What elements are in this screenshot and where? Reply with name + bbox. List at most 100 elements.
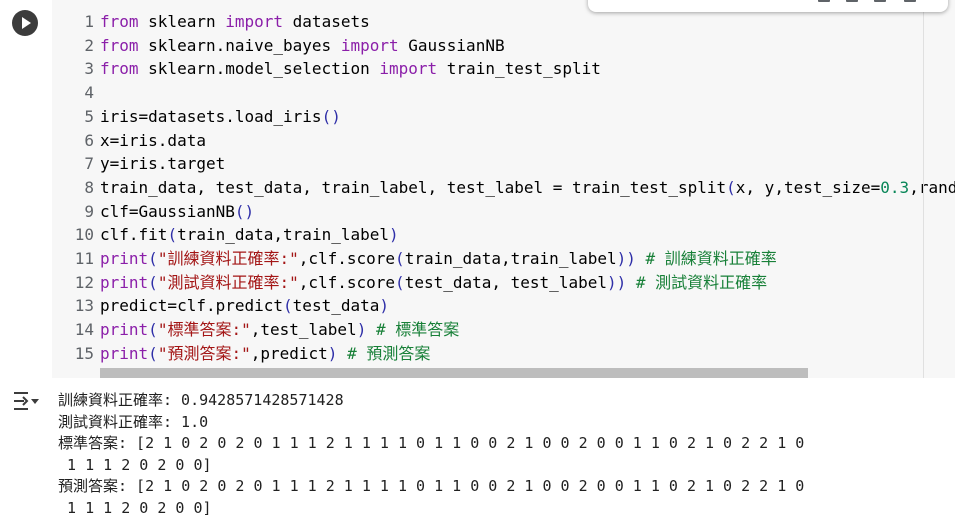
line-number: 6 xyxy=(84,130,94,150)
output-line: 測試資料正確率: 1.0 xyxy=(58,412,209,431)
line-number: 1 xyxy=(84,12,94,31)
line-number: 11 xyxy=(74,249,94,268)
code-token: import xyxy=(379,59,438,79)
toolbar-mirror-icon[interactable] xyxy=(904,0,916,2)
code-token: datasets xyxy=(283,12,370,31)
code-line[interactable]: 11 print("訓練資料正確率:",clf.score(train_data,… xyxy=(52,247,955,271)
output-text: 訓練資料正確率: 0.9428571428571428 測試資料正確率: 1.0 標… xyxy=(58,390,948,519)
code-token: GaussianNB xyxy=(398,35,505,55)
output-collapse-icon[interactable] xyxy=(12,390,40,412)
code-line[interactable]: 3 from sklearn.model_selection import tra… xyxy=(52,57,955,81)
code-token: ( xyxy=(148,320,158,340)
line-number: 13 xyxy=(74,296,94,316)
code-line[interactable]: 12 print("測試資料正確率:",clf.score(test_data, … xyxy=(52,271,955,295)
toolbar-settings-icon[interactable] xyxy=(874,0,886,2)
code-token: # 訓練資料正確率 xyxy=(645,249,777,268)
line-number: 14 xyxy=(74,320,94,340)
code-token: )) xyxy=(616,249,636,268)
code-token: from xyxy=(100,35,139,55)
code-token: ) xyxy=(327,343,338,363)
cell-output: 訓練資料正確率: 0.9428571428571428 測試資料正確率: 1.0 標… xyxy=(0,378,955,526)
code-token: train_test_split xyxy=(437,59,601,79)
code-line[interactable]: 2 from sklearn.naive_bayes import Gaussia… xyxy=(52,34,955,58)
code-line[interactable]: 14 print("標準答案:",test_label) # 標準答案 xyxy=(52,318,955,342)
code-token: "標準答案:" xyxy=(157,320,251,340)
editor-ruler xyxy=(923,0,924,378)
code-token: clf.fit xyxy=(100,225,168,245)
output-line: 訓練資料正確率: 0.9428571428571428 xyxy=(58,391,344,409)
code-editor[interactable]: 1 from sklearn import datasets 2 from sklea… xyxy=(52,0,955,378)
code-token: ) xyxy=(389,225,399,245)
line-number: 12 xyxy=(74,272,94,292)
code-token: ,test_label xyxy=(250,320,357,340)
code-token: ( xyxy=(726,177,736,197)
line-number: 15 xyxy=(74,343,94,363)
code-token: ( xyxy=(148,272,158,292)
code-line[interactable]: 6 x=iris.data xyxy=(52,129,955,153)
code-token: predict=clf.predict xyxy=(100,296,284,316)
code-token: "訓練資料正確率:" xyxy=(157,249,299,268)
code-token: train_data,train_label xyxy=(177,225,389,245)
toolbar-link-icon[interactable] xyxy=(846,0,858,2)
code-line[interactable]: 7 y=iris.target xyxy=(52,152,955,176)
code-token: test_data, test_label xyxy=(404,272,607,292)
code-token: ) xyxy=(379,296,390,316)
line-number: 5 xyxy=(84,106,94,126)
toolbar-edit-icon[interactable] xyxy=(818,0,830,2)
output-line: 1 1 1 2 0 2 0 0] xyxy=(58,498,212,517)
run-cell-button[interactable] xyxy=(12,10,38,36)
line-number: 4 xyxy=(84,83,94,103)
code-token: sklearn.model_selection xyxy=(138,59,380,79)
code-line[interactable]: 4 xyxy=(52,81,955,105)
code-token: test_data xyxy=(292,296,380,316)
code-line[interactable]: 10 clf.fit(train_data,train_label) xyxy=(52,223,955,247)
code-token: ( xyxy=(167,225,178,245)
cell-toolbar[interactable] xyxy=(588,0,948,12)
code-line[interactable]: 13 predict=clf.predict(test_data) xyxy=(52,294,955,318)
code-token: ,predict xyxy=(250,343,328,363)
code-token: print xyxy=(100,343,149,363)
code-token: clf=GaussianNB xyxy=(100,201,235,221)
code-token: print xyxy=(100,272,149,292)
code-token: "預測答案:" xyxy=(157,343,251,363)
line-number: 9 xyxy=(84,201,94,221)
code-token: print xyxy=(100,320,149,340)
output-line: 1 1 1 2 0 2 0 0] xyxy=(58,455,212,474)
code-line[interactable]: 8 train_data, test_data, train_label, tes… xyxy=(52,176,955,200)
code-token: y=iris.target xyxy=(100,154,226,174)
code-token: x, y,test_size= xyxy=(735,177,881,197)
code-token: 0.3 xyxy=(880,177,910,197)
code-line[interactable]: 15 print("預測答案:",predict) # 預測答案 xyxy=(52,342,955,366)
code-token: from xyxy=(100,12,139,31)
code-token: ( xyxy=(395,272,405,292)
code-token: iris=datasets.load_iris xyxy=(100,106,322,126)
horizontal-scrollbar[interactable] xyxy=(100,368,808,378)
code-line[interactable]: 5 iris=datasets.load_iris() xyxy=(52,105,955,129)
code-token: # 測試資料正確率 xyxy=(635,272,768,292)
code-token: # 預測答案 xyxy=(347,343,431,363)
code-token: () xyxy=(234,201,255,221)
code-token: import xyxy=(340,35,399,55)
code-line[interactable]: 1 from sklearn import datasets xyxy=(52,10,955,34)
code-token: ( xyxy=(283,296,293,316)
code-token: ,rand xyxy=(909,177,955,197)
code-token: # 標準答案 xyxy=(375,320,460,340)
code-token: ( xyxy=(148,343,158,363)
code-token: "測試資料正確率:" xyxy=(157,272,299,292)
code-line[interactable]: 9 clf=GaussianNB() xyxy=(52,200,955,224)
code-token: ( xyxy=(148,249,158,268)
line-number: 7 xyxy=(84,154,94,174)
line-number: 8 xyxy=(84,177,94,197)
output-line: 標準答案: [2 1 0 2 0 2 0 1 1 1 2 1 1 1 1 0 1… xyxy=(58,434,805,452)
code-token: sklearn.naive_bayes xyxy=(138,35,341,55)
code-cell[interactable]: 1 from sklearn import datasets 2 from sklea… xyxy=(0,0,955,378)
code-token: train_data,train_label xyxy=(404,249,617,268)
code-token: train_data, test_data, train_label, test… xyxy=(100,177,727,197)
code-token: ,clf.score xyxy=(298,249,396,268)
code-token: ,clf.score xyxy=(298,272,396,292)
code-token: x=iris.data xyxy=(100,130,206,150)
code-token: )) xyxy=(606,272,627,292)
